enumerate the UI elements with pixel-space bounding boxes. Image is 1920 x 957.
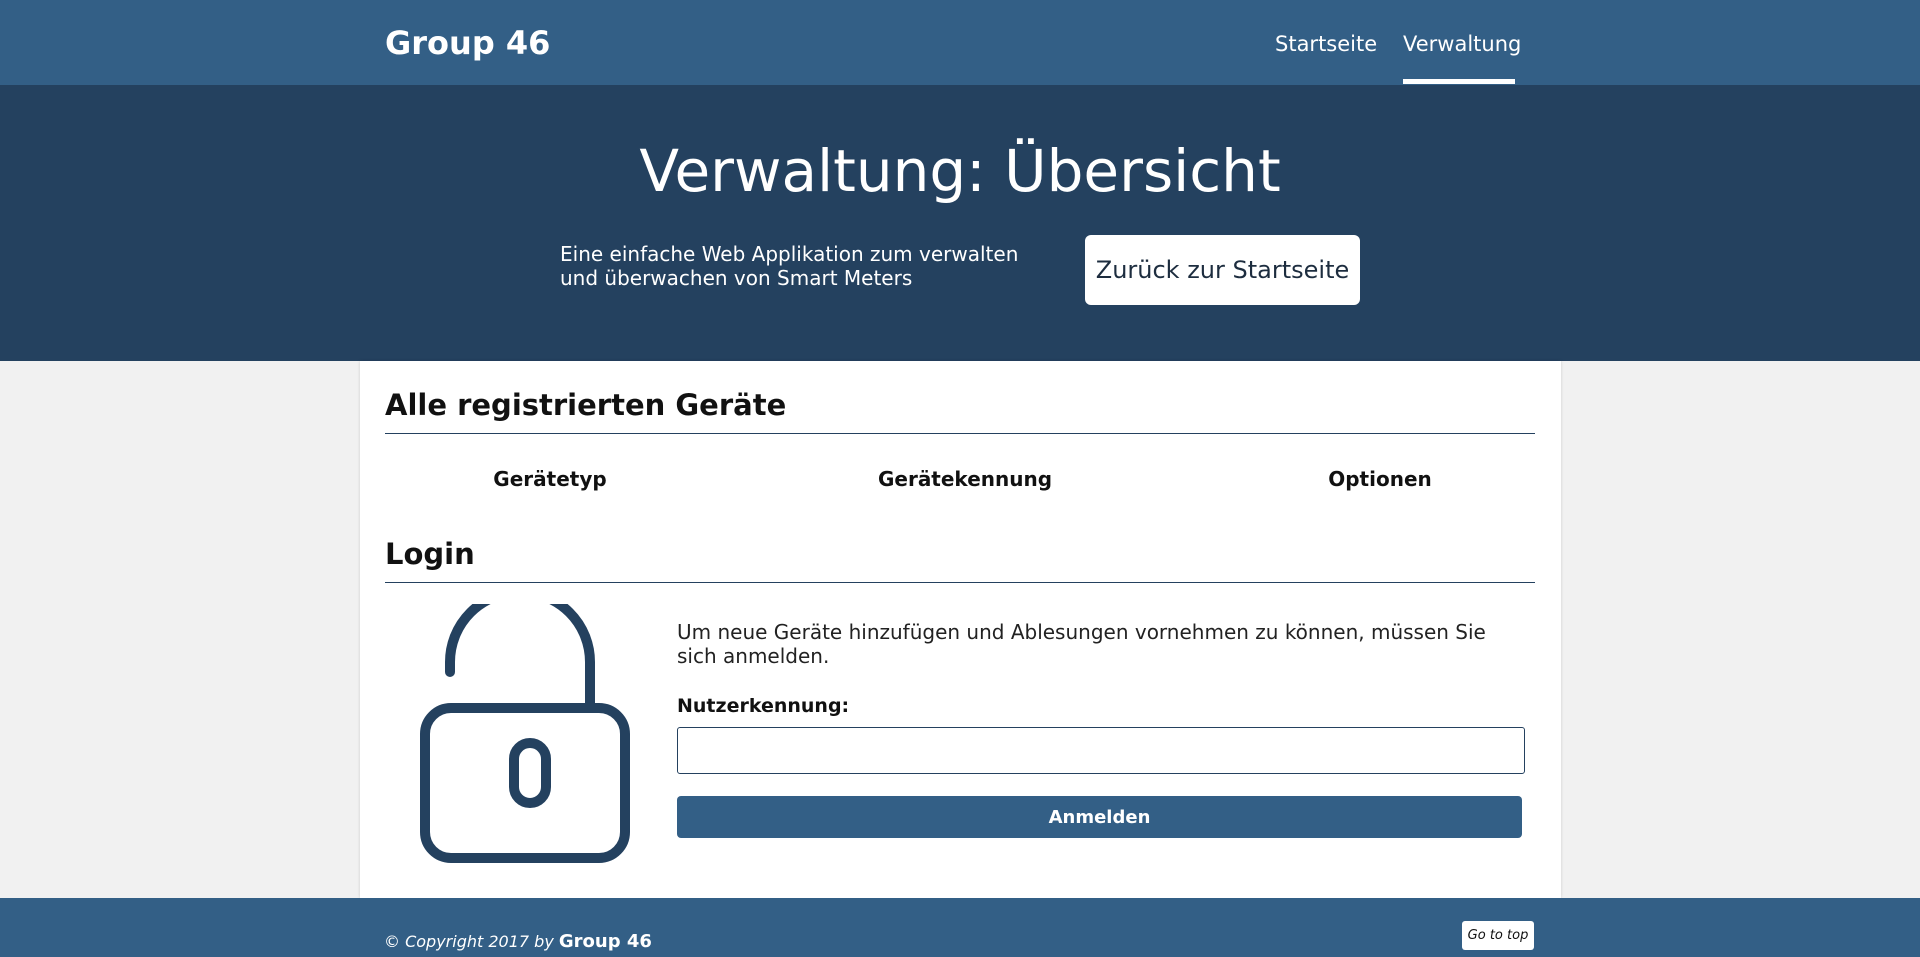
navbar: Group 46 Startseite Verwaltung [0,0,1920,85]
hero-banner: Verwaltung: Übersicht Eine einfache Web … [0,85,1920,361]
column-header-device-type: Gerätetyp [493,467,607,491]
nav-link-startseite[interactable]: Startseite [1275,32,1377,56]
unlock-icon [420,604,630,863]
column-header-options: Optionen [1328,467,1432,491]
main-content: Alle registrierten Geräte Gerätetyp Gerä… [360,361,1561,898]
section-divider [385,582,1535,583]
active-nav-indicator [1403,79,1515,84]
nav-link-verwaltung[interactable]: Verwaltung [1403,32,1521,56]
brand-logo[interactable]: Group 46 [385,24,550,62]
devices-section-title: Alle registrierten Geräte [385,388,787,422]
username-label: Nutzerkennung: [677,695,850,717]
footer: © Copyright 2017 by Group 46 Go to top [0,898,1920,957]
username-input[interactable] [677,727,1525,774]
section-divider [385,433,1535,434]
back-to-home-button[interactable]: Zurück zur Startseite [1085,235,1360,305]
hero-description: Eine einfache Web Applikation zum verwal… [560,242,1019,290]
copyright-text: © Copyright 2017 by Group 46 [384,931,652,952]
login-description: Um neue Geräte hinzufügen und Ablesungen… [677,620,1486,668]
copyright-prefix: © Copyright 2017 by [384,932,554,951]
copyright-brand: Group 46 [558,931,652,952]
column-header-device-id: Gerätekennung [877,467,1053,491]
page-title: Verwaltung: Übersicht [639,137,1281,205]
go-to-top-button[interactable]: Go to top [1462,921,1534,950]
login-section-title: Login [385,537,475,571]
login-button[interactable]: Anmelden [677,796,1522,838]
